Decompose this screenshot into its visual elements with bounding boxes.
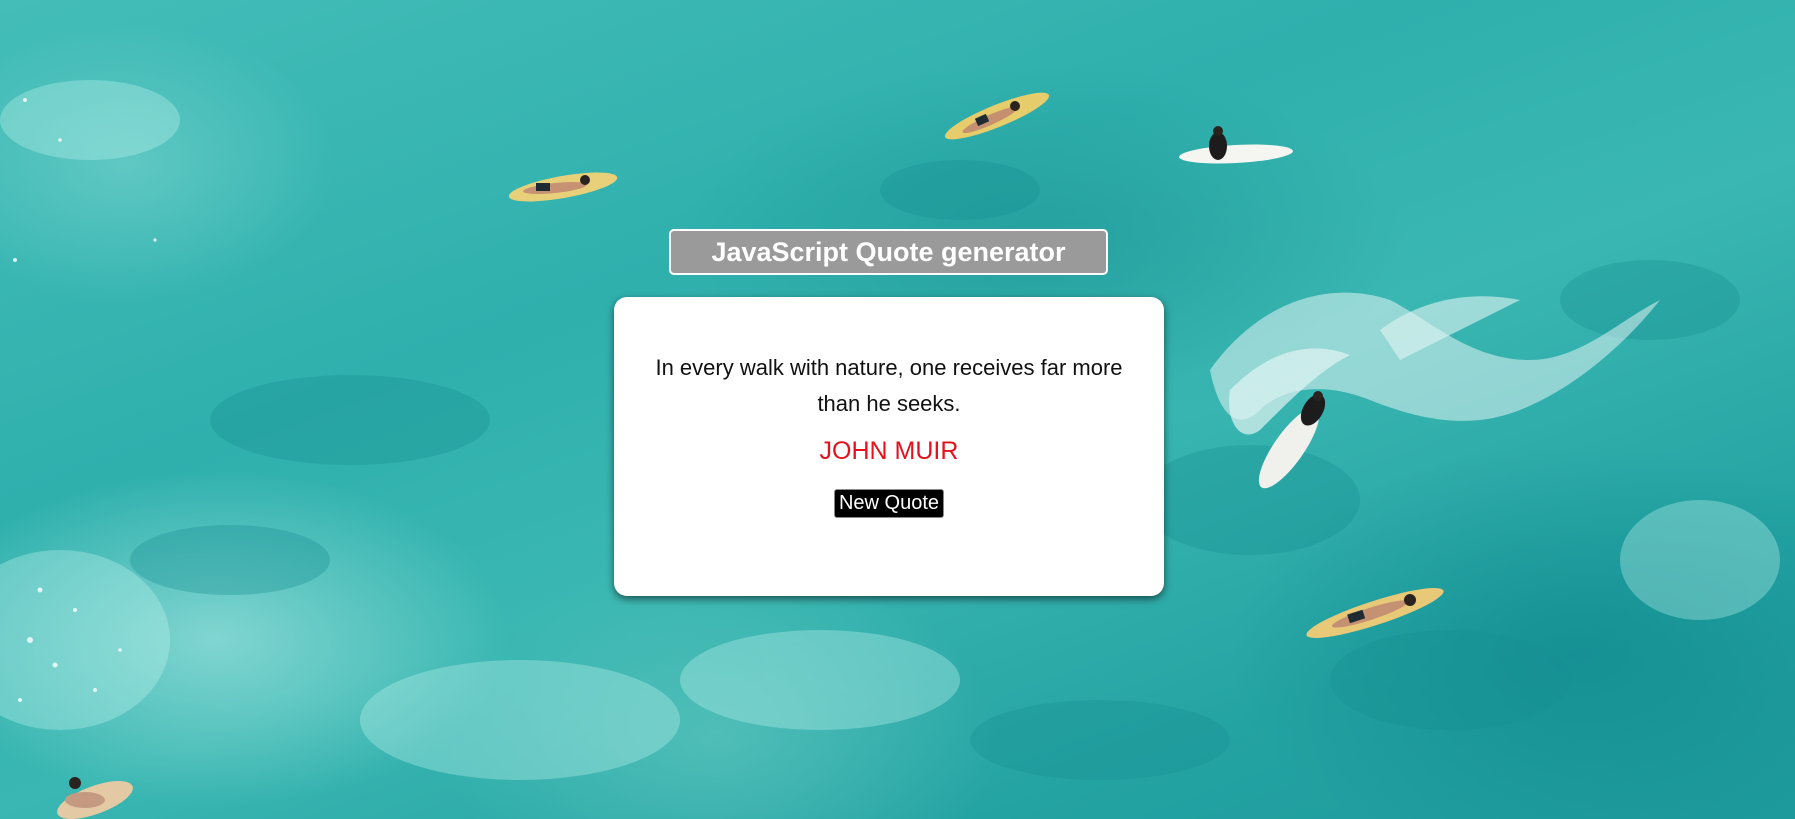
page-title: JavaScript Quote generator [669,229,1108,275]
quote-card: In every walk with nature, one receives … [614,297,1164,596]
quote-text: In every walk with nature, one receives … [655,355,1123,416]
quote-author: JOHN MUIR [819,437,959,465]
new-quote-button[interactable]: New Quote [834,489,944,518]
